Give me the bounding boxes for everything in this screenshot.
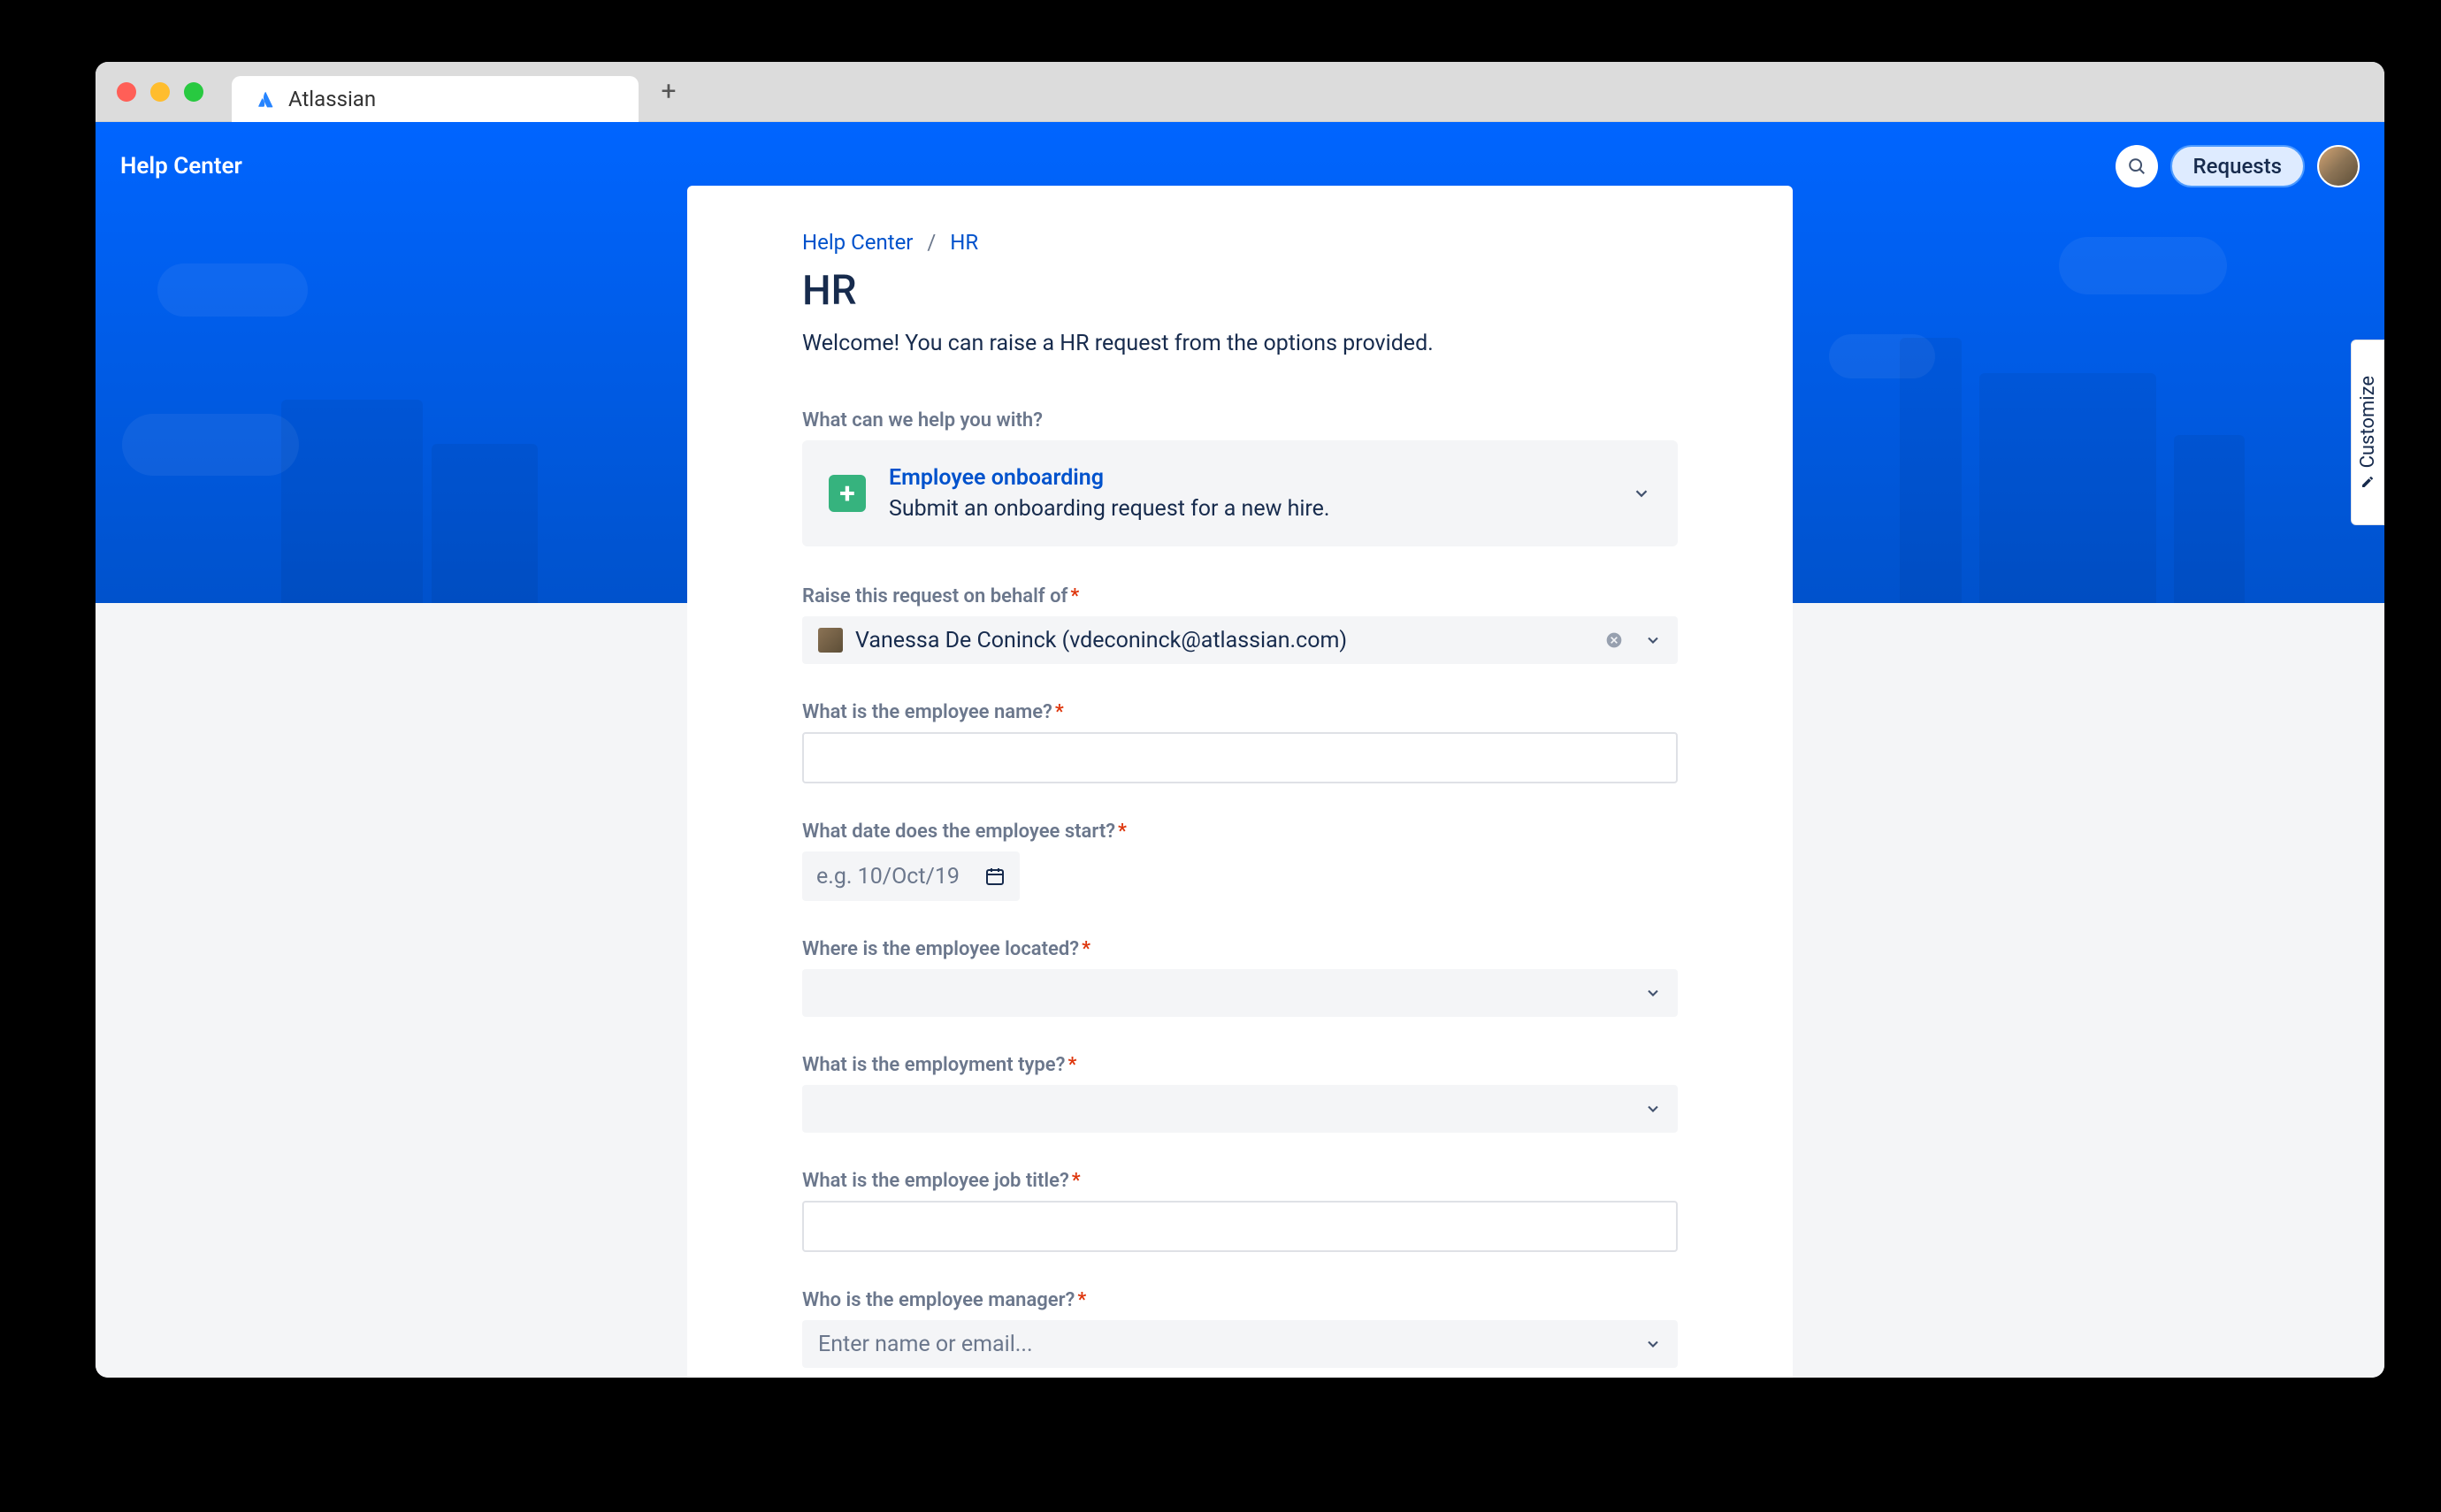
field-employment-type: What is the employment type?*	[802, 1054, 1678, 1133]
top-actions: Requests	[2116, 145, 2360, 187]
browser-window: Atlassian + Help Center	[96, 62, 2384, 1378]
page-description: Welcome! You can raise a HR request from…	[802, 331, 1678, 356]
chevron-down-icon	[1644, 631, 1662, 649]
minimize-window-button[interactable]	[150, 82, 170, 102]
tab-title: Atlassian	[288, 87, 376, 111]
required-indicator: *	[1072, 1170, 1081, 1192]
breadcrumb-separator: /	[927, 230, 936, 255]
chevron-down-icon	[1644, 1100, 1662, 1118]
employee-name-label: What is the employee name?*	[802, 701, 1678, 723]
job-title-label: What is the employee job title?*	[802, 1170, 1678, 1192]
request-form-card: Help Center / HR HR Welcome! You can rai…	[687, 186, 1793, 1378]
request-type-description: Submit an onboarding request for a new h…	[889, 496, 1609, 522]
field-location: Where is the employee located?*	[802, 938, 1678, 1017]
breadcrumb-root[interactable]: Help Center	[802, 230, 913, 255]
traffic-lights	[117, 82, 203, 102]
required-indicator: *	[1082, 938, 1090, 960]
field-start-date: What date does the employee start?* e.g.…	[802, 821, 1678, 901]
required-indicator: *	[1077, 1289, 1086, 1311]
employment-type-label: What is the employment type?*	[802, 1054, 1678, 1076]
chevron-down-icon	[1644, 1335, 1662, 1353]
job-title-input[interactable]	[802, 1201, 1678, 1252]
viewport: Help Center Requests Customize	[96, 122, 2384, 1378]
manager-placeholder: Enter name or email...	[818, 1332, 1644, 1357]
customize-label: Customize	[2357, 376, 2379, 468]
field-job-title: What is the employee job title?*	[802, 1170, 1678, 1252]
requests-label: Requests	[2193, 154, 2282, 179]
required-indicator: *	[1070, 585, 1079, 607]
new-tab-button[interactable]: +	[653, 76, 685, 108]
location-select[interactable]	[802, 969, 1678, 1017]
start-date-label: What date does the employee start?*	[802, 821, 1678, 843]
employee-name-input[interactable]	[802, 732, 1678, 783]
request-type-body: Employee onboarding Submit an onboarding…	[889, 465, 1609, 522]
field-manager: Who is the employee manager?* Enter name…	[802, 1289, 1678, 1368]
required-indicator: *	[1067, 1054, 1076, 1076]
atlassian-icon	[256, 89, 276, 109]
start-date-placeholder: e.g. 10/Oct/19	[816, 864, 960, 890]
behalf-of-select[interactable]: Vanessa De Coninck (vdeconinck@atlassian…	[802, 616, 1678, 664]
top-navigation: Help Center Requests	[96, 122, 2384, 210]
search-button[interactable]	[2116, 145, 2158, 187]
pencil-icon	[2361, 475, 2375, 489]
help-prompt-label: What can we help you with?	[802, 409, 1678, 431]
calendar-icon	[984, 866, 1006, 887]
required-indicator: *	[1118, 821, 1127, 843]
breadcrumb-current[interactable]: HR	[950, 230, 978, 255]
start-date-input[interactable]: e.g. 10/Oct/19	[802, 851, 1020, 901]
clear-icon[interactable]	[1605, 631, 1623, 649]
maximize-window-button[interactable]	[184, 82, 203, 102]
field-employee-name: What is the employee name?*	[802, 701, 1678, 783]
employment-type-select[interactable]	[802, 1085, 1678, 1133]
behalf-of-value: Vanessa De Coninck (vdeconinck@atlassian…	[855, 628, 1593, 653]
chevron-down-icon	[1632, 484, 1651, 503]
behalf-of-label: Raise this request on behalf of*	[802, 585, 1678, 607]
brand-link[interactable]: Help Center	[120, 153, 242, 179]
request-type-selector[interactable]: + Employee onboarding Submit an onboardi…	[802, 440, 1678, 546]
field-behalf-of: Raise this request on behalf of* Vanessa…	[802, 585, 1678, 664]
close-window-button[interactable]	[117, 82, 136, 102]
user-avatar-icon	[818, 628, 843, 653]
manager-select[interactable]: Enter name or email...	[802, 1320, 1678, 1368]
browser-tab[interactable]: Atlassian	[232, 76, 639, 122]
chevron-down-icon	[1644, 984, 1662, 1002]
manager-label: Who is the employee manager?*	[802, 1289, 1678, 1311]
avatar[interactable]	[2317, 145, 2360, 187]
plus-icon: +	[829, 475, 866, 512]
request-type-title: Employee onboarding	[889, 465, 1609, 491]
required-indicator: *	[1055, 701, 1064, 723]
breadcrumb: Help Center / HR	[802, 230, 1678, 255]
customize-button[interactable]: Customize	[2351, 340, 2384, 525]
requests-button[interactable]: Requests	[2170, 145, 2305, 187]
location-label: Where is the employee located?*	[802, 938, 1678, 960]
titlebar: Atlassian +	[96, 62, 2384, 122]
search-icon	[2127, 157, 2146, 176]
page-title: HR	[802, 267, 1678, 315]
